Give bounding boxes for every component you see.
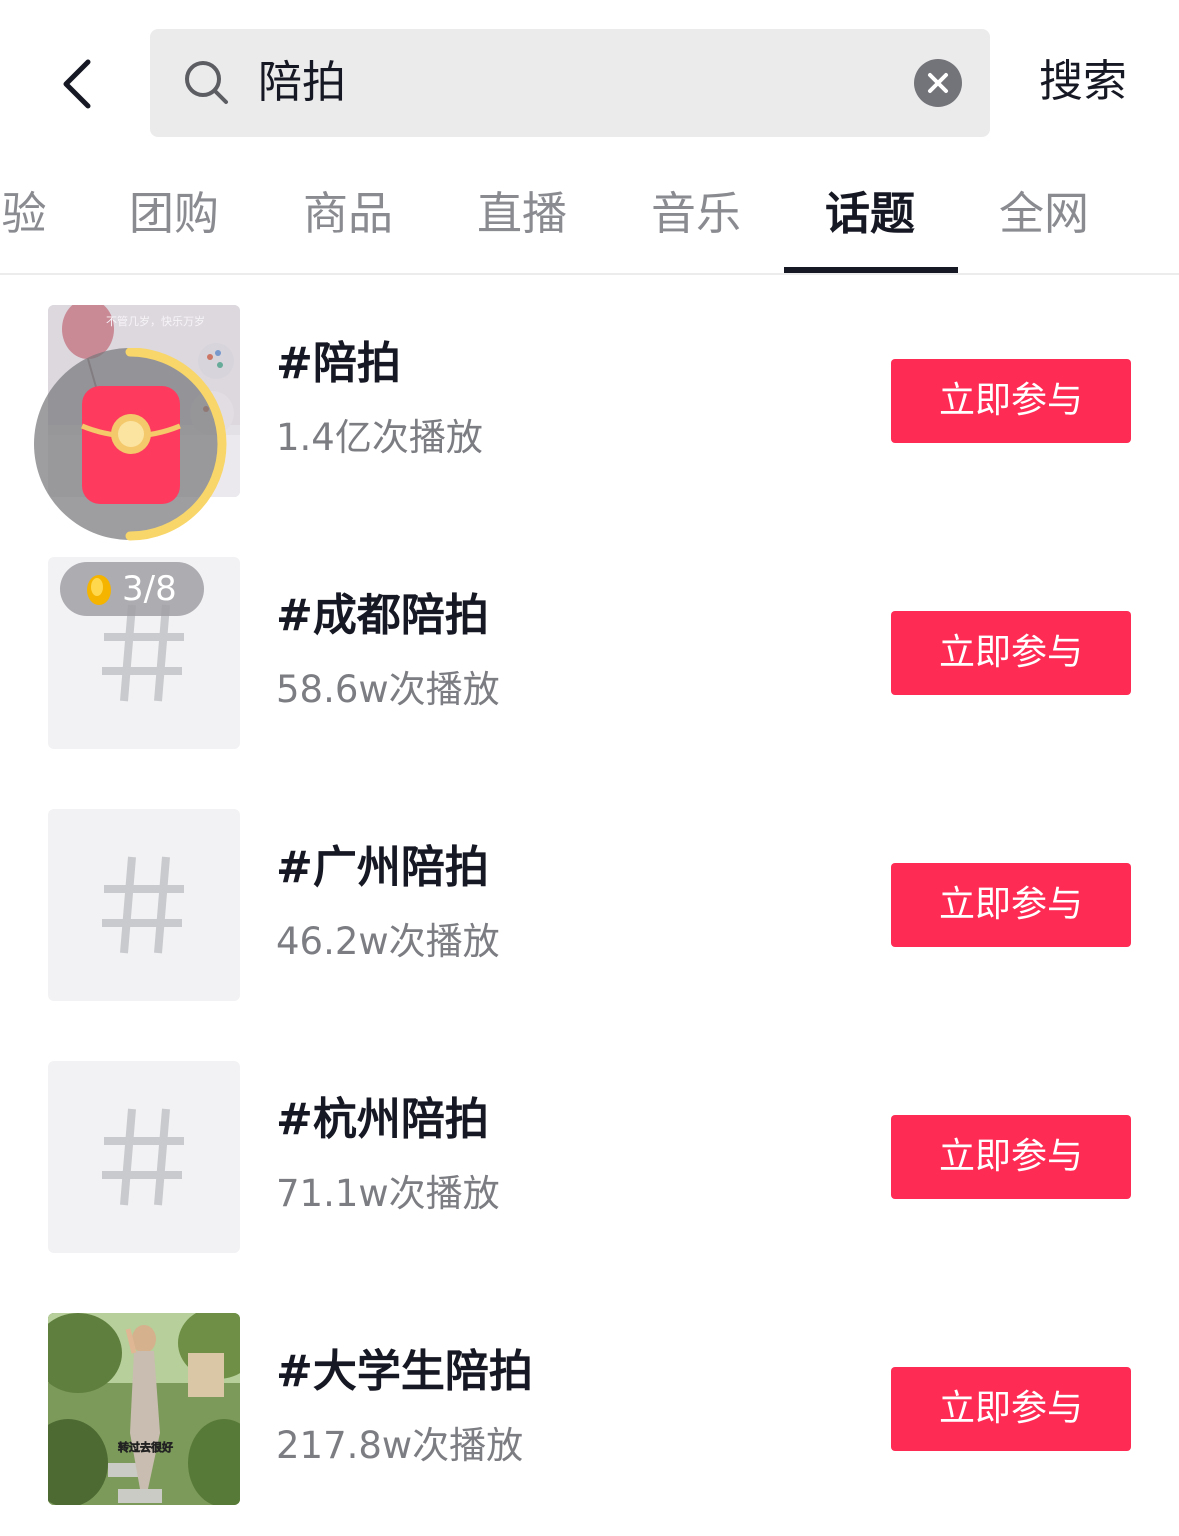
red-packet-icon — [34, 347, 227, 541]
topic-thumbnail — [48, 1061, 240, 1253]
hashtag-icon — [102, 1108, 184, 1206]
coin-progress-badge[interactable]: 3/8 — [60, 562, 204, 616]
back-button[interactable] — [44, 44, 124, 124]
join-button[interactable]: 立即参与 — [891, 611, 1131, 695]
topic-play-count: 58.6w次播放 — [276, 668, 500, 711]
join-button[interactable]: 立即参与 — [891, 1367, 1131, 1451]
top-bar: 陪拍 搜索 — [0, 0, 1179, 160]
tab-group-buy[interactable]: 团购 — [124, 182, 224, 246]
topic-thumbnail — [48, 809, 240, 1001]
topic-title: #广州陪拍 — [276, 842, 489, 893]
topic-play-count: 1.4亿次播放 — [276, 416, 483, 459]
list-item[interactable]: 转过去很好 #大学生陪拍 217.8w次播放 立即参与 — [0, 1284, 1179, 1536]
tab-live[interactable]: 直播 — [472, 182, 572, 246]
join-button[interactable]: 立即参与 — [891, 359, 1131, 443]
red-packet-widget[interactable] — [30, 347, 238, 546]
thumb-caption: 转过去很好 — [118, 1440, 173, 1454]
hashtag-icon — [102, 856, 184, 954]
topic-play-count: 46.2w次播放 — [276, 920, 500, 963]
topic-title: #成都陪拍 — [276, 590, 489, 641]
search-button[interactable]: 搜索 — [1028, 50, 1138, 114]
gold-coin-icon — [87, 575, 111, 605]
search-query: 陪拍 — [258, 57, 346, 108]
topic-play-count: 71.1w次播放 — [276, 1172, 500, 1215]
topic-title: #大学生陪拍 — [276, 1346, 533, 1397]
search-icon — [185, 61, 228, 104]
topic-title: #陪拍 — [276, 338, 401, 389]
active-tab-indicator — [784, 267, 958, 273]
tab-music[interactable]: 音乐 — [646, 182, 746, 246]
coin-progress-count: 3/8 — [122, 569, 177, 609]
tab-products[interactable]: 商品 — [298, 182, 398, 246]
topic-title: #杭州陪拍 — [276, 1094, 489, 1145]
category-tabs: 验 团购 商品 直播 音乐 话题 全网 — [0, 160, 1179, 275]
list-item[interactable]: #杭州陪拍 71.1w次播放 立即参与 — [0, 1032, 1179, 1284]
topic-play-count: 217.8w次播放 — [276, 1424, 524, 1467]
garden-photo-image: 转过去很好 — [48, 1313, 240, 1505]
thumb-caption: 不管几岁，快乐万岁 — [106, 314, 205, 328]
tab-web[interactable]: 全网 — [994, 182, 1094, 246]
join-button[interactable]: 立即参与 — [891, 1115, 1131, 1199]
tab-topics[interactable]: 话题 — [820, 182, 920, 246]
tab-experience[interactable]: 验 — [0, 182, 52, 246]
clear-icon[interactable] — [914, 59, 962, 107]
search-input[interactable]: 陪拍 — [150, 29, 990, 137]
list-item[interactable]: #广州陪拍 46.2w次播放 立即参与 — [0, 780, 1179, 1032]
topic-thumbnail: 转过去很好 — [48, 1313, 240, 1505]
chevron-left-icon — [63, 59, 91, 109]
join-button[interactable]: 立即参与 — [891, 863, 1131, 947]
